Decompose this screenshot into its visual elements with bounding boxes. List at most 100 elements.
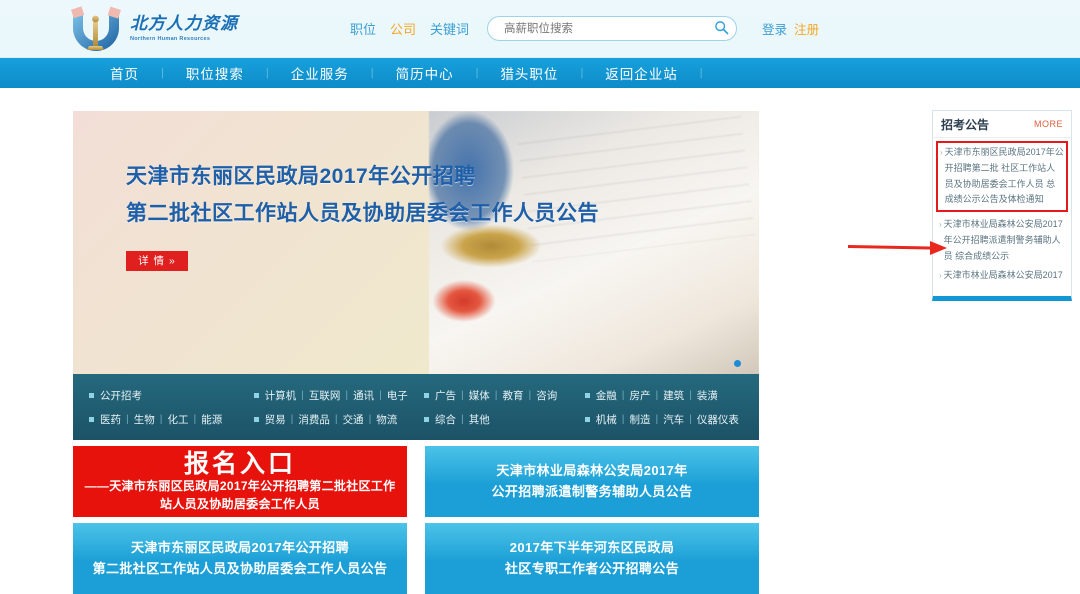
announcement-text: 天津市林业局森林公安局2017年 bbox=[943, 270, 1063, 281]
chevron-right-icon: » bbox=[169, 254, 176, 267]
nav-separator: | bbox=[580, 67, 584, 79]
category-link[interactable]: 消费品 bbox=[298, 412, 330, 427]
bullet-icon bbox=[424, 416, 429, 422]
search-tabs: 职位 公司 关键词 bbox=[350, 19, 469, 38]
category-divider: | bbox=[689, 389, 692, 401]
category-divider: | bbox=[621, 413, 625, 425]
nav-item-enterprise-services[interactable]: 企业服务 bbox=[269, 63, 371, 83]
banner-detail-button[interactable]: 详 情 » bbox=[126, 250, 188, 271]
announcement-text: 天津市东丽区民政局2017年公开招聘第二批 社区工作站人员及协助居委会工作人员 … bbox=[944, 147, 1064, 205]
category-link[interactable]: 媒体 bbox=[469, 388, 490, 403]
category-link[interactable]: 广告 bbox=[435, 388, 456, 403]
category-link[interactable]: 其他 bbox=[469, 412, 490, 427]
bullet-icon bbox=[253, 392, 259, 398]
category-link[interactable]: 装潢 bbox=[697, 388, 718, 403]
category-divider: | bbox=[655, 413, 659, 425]
category-divider: | bbox=[368, 413, 372, 425]
logo-title-en: Northern Human Resources bbox=[130, 35, 211, 42]
login-link[interactable]: 登录 bbox=[762, 19, 787, 38]
category-divider: | bbox=[334, 413, 338, 425]
category-link[interactable]: 公开招考 bbox=[100, 388, 142, 403]
hero-banner[interactable]: 天津市东丽区民政局2017年公开招聘 第二批社区工作站人员及协助居委会工作人员公… bbox=[73, 111, 759, 380]
category-link[interactable]: 教育 bbox=[502, 388, 523, 403]
nav-separator: | bbox=[265, 67, 269, 79]
category-row: 金融 | 房产 | 建筑 | 装潢 bbox=[584, 388, 759, 403]
promo-card-dongli-civil-affairs[interactable]: 天津市东丽区民政局2017年公开招聘 第二批社区工作站人员及协助居委会工作人员公… bbox=[73, 523, 407, 594]
nav-item-return-enterprise-site[interactable]: 返回企业站 bbox=[583, 63, 700, 83]
sidebar-header: 招考公告 MORE bbox=[933, 111, 1071, 138]
category-link[interactable]: 汽车 bbox=[663, 412, 684, 427]
category-link[interactable]: 制造 bbox=[629, 412, 650, 427]
category-strip: 公开招考 医药 | 生物 | 化工 | 能源 计算机 | 互联网 | 通讯 | bbox=[73, 374, 759, 440]
promo-card-line2: 社区专职工作者公开招聘公告 bbox=[504, 560, 680, 576]
category-link[interactable]: 医药 bbox=[100, 412, 121, 427]
category-link[interactable]: 通讯 bbox=[353, 388, 374, 403]
category-link[interactable]: 建筑 bbox=[663, 388, 684, 403]
category-divider: | bbox=[528, 389, 532, 401]
nav-item-headhunter-jobs[interactable]: 猎头职位 bbox=[478, 63, 580, 83]
category-divider: | bbox=[159, 413, 163, 425]
category-divider: | bbox=[193, 413, 197, 425]
promo-card-grid: 报名入口 ——天津市东丽区民政局2017年公开招聘第二批社区工作 站人员及协助居… bbox=[73, 446, 759, 594]
category-link[interactable]: 仪器仪表 bbox=[697, 412, 739, 427]
header-search-area: 职位 公司 关键词 bbox=[350, 16, 738, 41]
category-row: 机械 | 制造 | 汽车 | 仪器仪表 bbox=[584, 412, 759, 427]
category-row: 计算机 | 互联网 | 通讯 | 电子 bbox=[253, 388, 424, 403]
promo-card-line1: 天津市林业局森林公安局2017年 bbox=[496, 463, 688, 479]
category-link[interactable]: 互联网 bbox=[309, 388, 341, 403]
main-content: 天津市东丽区民政局2017年公开招聘 第二批社区工作站人员及协助居委会工作人员公… bbox=[0, 88, 1080, 594]
banner-text: 天津市东丽区民政局2017年公开招聘 第二批社区工作站人员及协助居委会工作人员公… bbox=[126, 159, 599, 271]
promo-card-registration-entry[interactable]: 报名入口 ——天津市东丽区民政局2017年公开招聘第二批社区工作 站人员及协助居… bbox=[73, 446, 407, 517]
category-link[interactable]: 金融 bbox=[596, 388, 617, 403]
search-input[interactable] bbox=[502, 21, 711, 36]
search-tab-position[interactable]: 职位 bbox=[350, 19, 376, 38]
promo-card-hedong-community[interactable]: 2017年下半年河东区民政局 社区专职工作者公开招聘公告 bbox=[425, 523, 759, 594]
search-tab-keyword[interactable]: 关键词 bbox=[430, 19, 469, 38]
category-link[interactable]: 机械 bbox=[596, 412, 617, 427]
list-item[interactable]: › 天津市林业局森林公安局2017年公开招聘派遣制警务辅助人员 综合成绩公示 bbox=[939, 217, 1065, 264]
category-divider: | bbox=[621, 389, 625, 401]
category-link[interactable]: 综合 bbox=[435, 412, 456, 427]
promo-card-title: 报名入口 bbox=[183, 449, 296, 478]
search-box[interactable] bbox=[487, 16, 738, 41]
category-link[interactable]: 交通 bbox=[343, 412, 364, 427]
bullet-icon bbox=[89, 392, 94, 398]
category-link[interactable]: 生物 bbox=[134, 412, 155, 427]
nav-separator: | bbox=[161, 67, 164, 79]
banner-headline-line2: 第二批社区工作站人员及协助居委会工作人员公告 bbox=[126, 201, 599, 225]
category-link[interactable]: 咨询 bbox=[536, 388, 557, 403]
category-link[interactable]: 物流 bbox=[376, 412, 397, 427]
category-column-1: 公开招考 医药 | 生物 | 化工 | 能源 bbox=[89, 388, 254, 427]
category-row: 广告 | 媒体 | 教育 | 咨询 bbox=[424, 388, 585, 403]
sidebar-title: 招考公告 bbox=[941, 117, 990, 132]
list-item[interactable]: › 天津市东丽区民政局2017年公开招聘第二批 社区工作站人员及协助居委会工作人… bbox=[936, 141, 1068, 212]
search-button[interactable] bbox=[710, 18, 732, 40]
search-tab-company[interactable]: 公司 bbox=[390, 19, 416, 38]
announcements-sidebar: 招考公告 MORE › 天津市东丽区民政局2017年公开招聘第二批 社区工作站人… bbox=[932, 110, 1072, 302]
nav-separator: | bbox=[370, 67, 374, 79]
announcement-list: › 天津市东丽区民政局2017年公开招聘第二批 社区工作站人员及协助居委会工作人… bbox=[933, 138, 1071, 284]
category-link[interactable]: 能源 bbox=[201, 412, 222, 427]
list-item[interactable]: › 天津市林业局森林公安局2017年 bbox=[939, 268, 1065, 284]
banner-cta-label: 详 情 bbox=[138, 255, 166, 267]
auth-links: 登录 注册 bbox=[762, 19, 819, 38]
promo-card-line2: 公开招聘派遣制警务辅助人员公告 bbox=[491, 483, 693, 499]
category-divider: | bbox=[494, 389, 498, 401]
category-row: 综合 | 其他 bbox=[424, 412, 585, 427]
category-link[interactable]: 贸易 bbox=[265, 412, 286, 427]
site-logo[interactable]: 北方人力资源 Northern Human Resources bbox=[68, 4, 238, 54]
category-link[interactable]: 房产 bbox=[629, 388, 650, 403]
category-link[interactable]: 计算机 bbox=[265, 388, 297, 403]
register-link[interactable]: 注册 bbox=[794, 19, 819, 38]
nav-item-job-search[interactable]: 职位搜索 bbox=[164, 63, 266, 83]
nav-item-home[interactable]: 首页 bbox=[88, 63, 161, 83]
category-divider: | bbox=[655, 389, 659, 401]
promo-card-line1: 天津市东丽区民政局2017年公开招聘 bbox=[130, 540, 350, 556]
category-link[interactable]: 电子 bbox=[387, 388, 408, 403]
sidebar-more-link[interactable]: MORE bbox=[1034, 119, 1063, 129]
carousel-indicator-dot[interactable] bbox=[734, 360, 741, 367]
category-link[interactable]: 化工 bbox=[167, 412, 188, 427]
nav-separator: | bbox=[475, 67, 479, 79]
nav-item-resume-center[interactable]: 简历中心 bbox=[374, 63, 476, 83]
promo-card-forest-police[interactable]: 天津市林业局森林公安局2017年 公开招聘派遣制警务辅助人员公告 bbox=[425, 446, 759, 517]
